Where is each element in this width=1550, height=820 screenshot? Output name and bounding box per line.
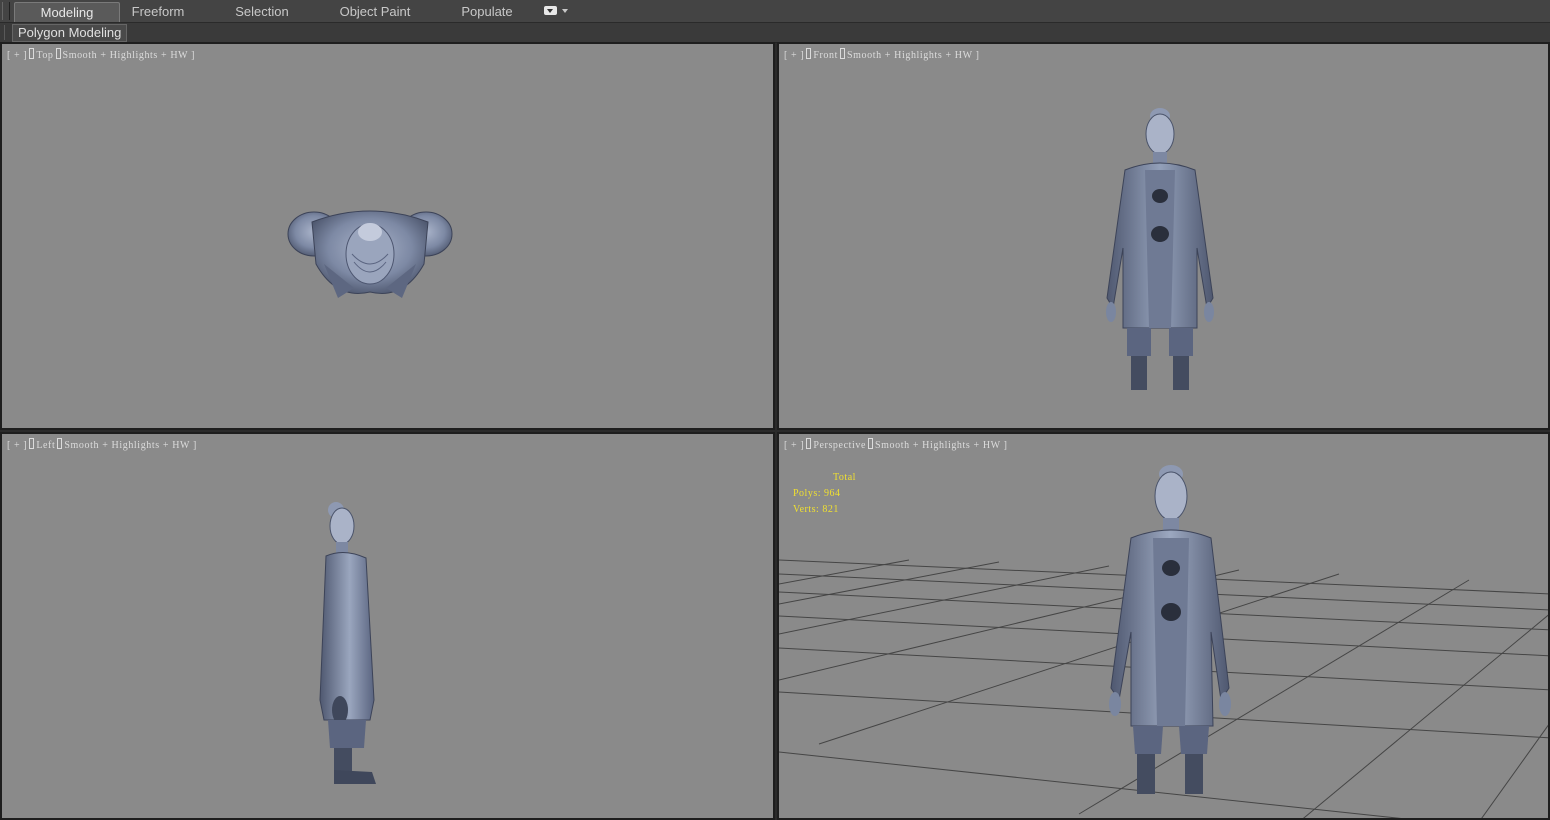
viewport-menu-plus[interactable]: [ + ] bbox=[7, 440, 27, 451]
viewport-view-name[interactable]: Left bbox=[36, 440, 55, 451]
stats-header: Total bbox=[833, 472, 856, 483]
viewport-perspective[interactable]: [ + ] Perspective Smooth + Highlights + HW… bbox=[777, 432, 1550, 820]
viewport-menu-plus[interactable]: [ + ] bbox=[784, 50, 804, 61]
label-box-icon bbox=[29, 438, 35, 449]
tab-freeform[interactable]: Freeform bbox=[124, 2, 192, 21]
viewport-view-name[interactable]: Perspective bbox=[813, 440, 866, 451]
ribbon-grip[interactable] bbox=[2, 2, 10, 20]
label-box-icon bbox=[57, 438, 63, 449]
viewport-view-name[interactable]: Top bbox=[36, 50, 53, 61]
viewport-shading[interactable]: Smooth + Highlights + HW ] bbox=[875, 440, 1008, 451]
viewport-left[interactable]: [ + ] Left Smooth + Highlights + HW ] bbox=[0, 432, 775, 820]
ribbon-tabs: Modeling Freeform Selection Object Paint… bbox=[0, 0, 1550, 23]
viewport-front[interactable]: [ + ] Front Smooth + Highlights + HW ] bbox=[777, 42, 1550, 430]
label-box-icon bbox=[839, 48, 845, 59]
label-box-icon bbox=[806, 48, 812, 59]
stats-verts-row: Verts: 821 bbox=[793, 502, 856, 518]
viewport-shading[interactable]: Smooth + Highlights + HW ] bbox=[63, 50, 196, 61]
character-perspective-view bbox=[1109, 465, 1231, 794]
label-box-icon bbox=[55, 48, 61, 59]
stats-verts-label: Verts: bbox=[793, 504, 820, 515]
ribbon-panel-bar: Polygon Modeling bbox=[0, 23, 1550, 43]
viewport-label-front: [ + ] Front Smooth + Highlights + HW ] bbox=[784, 48, 980, 61]
tab-modeling[interactable]: Modeling bbox=[14, 2, 120, 22]
panel-separator bbox=[4, 25, 9, 40]
statistics-overlay: Total Polys: 964 Verts: 821 bbox=[793, 470, 856, 518]
character-top-view bbox=[287, 210, 453, 298]
viewport-shading[interactable]: Smooth + Highlights + HW ] bbox=[64, 440, 197, 451]
character-front-view bbox=[1106, 108, 1214, 390]
label-box-icon bbox=[806, 438, 812, 449]
viewport-label-left: [ + ] Left Smooth + Highlights + HW ] bbox=[7, 438, 197, 451]
stats-polys-row: Polys: 964 bbox=[793, 486, 856, 502]
ribbon-dropdown-icon[interactable] bbox=[544, 6, 568, 17]
viewport-shading[interactable]: Smooth + Highlights + HW ] bbox=[847, 50, 980, 61]
viewport-label-perspective: [ + ] Perspective Smooth + Highlights + HW… bbox=[784, 438, 1008, 451]
character-side-view bbox=[319, 502, 376, 784]
stats-polys-label: Polys: bbox=[793, 488, 822, 499]
tab-populate[interactable]: Populate bbox=[454, 2, 520, 21]
viewport-view-name[interactable]: Front bbox=[813, 50, 838, 61]
label-box-icon bbox=[868, 438, 874, 449]
polygon-modeling-panel-button[interactable]: Polygon Modeling bbox=[12, 24, 128, 42]
label-box-icon bbox=[29, 48, 35, 59]
viewport-top[interactable]: [ + ] Top Smooth + Highlights + HW ] bbox=[0, 42, 775, 430]
viewport-menu-plus[interactable]: [ + ] bbox=[7, 50, 27, 61]
viewport-menu-plus[interactable]: [ + ] bbox=[784, 440, 804, 451]
stats-polys-value: 964 bbox=[824, 488, 841, 499]
stats-verts-value: 821 bbox=[822, 504, 839, 515]
tab-object-paint[interactable]: Object Paint bbox=[334, 2, 416, 21]
viewport-label-top: [ + ] Top Smooth + Highlights + HW ] bbox=[7, 48, 195, 61]
tab-selection[interactable]: Selection bbox=[228, 2, 296, 21]
